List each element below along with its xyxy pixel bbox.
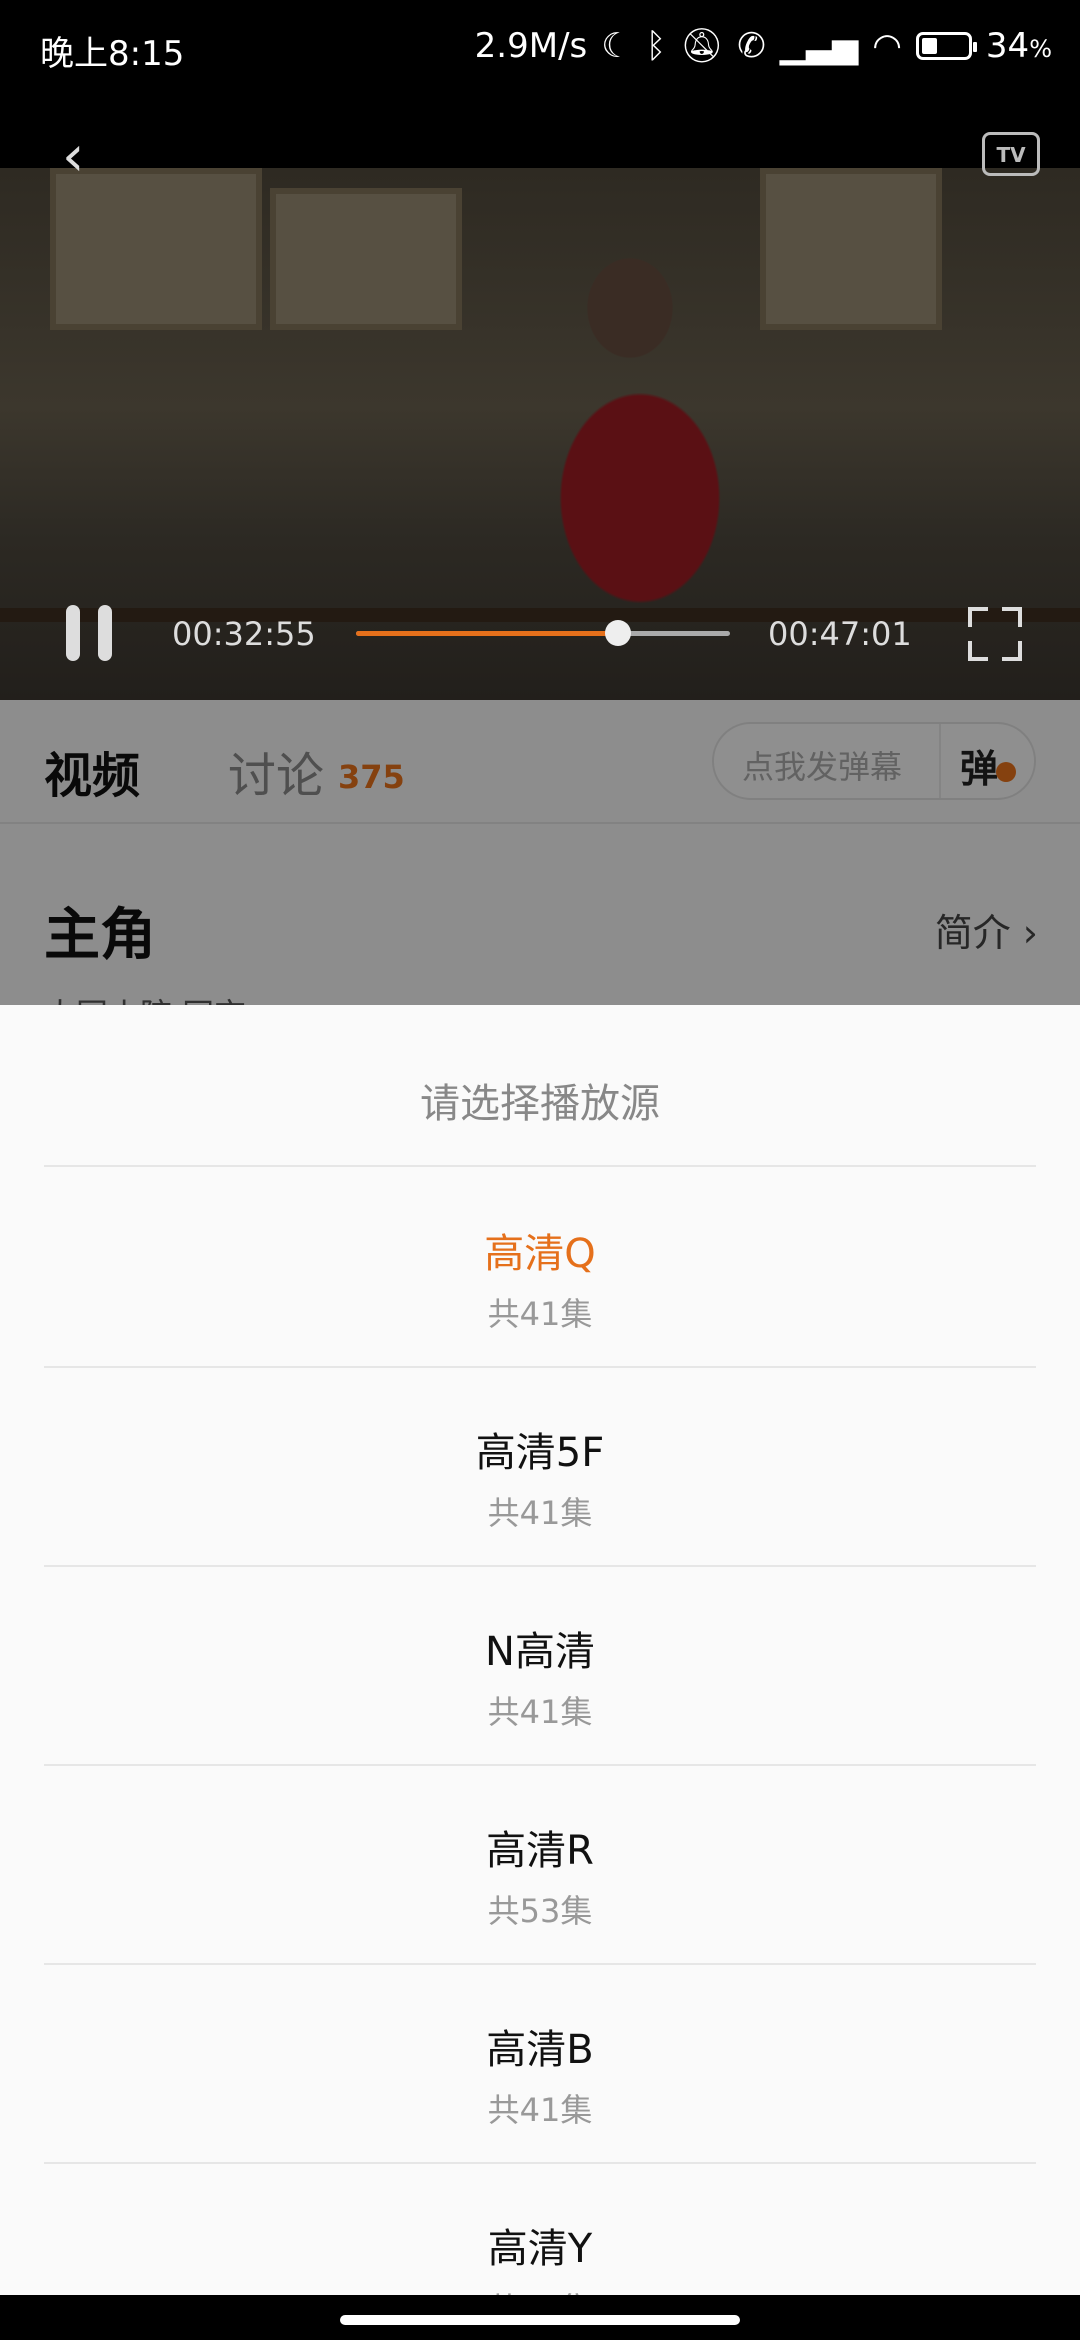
episode-count: 共41集 [44,2284,1036,2295]
progress-thumb[interactable] [604,620,631,646]
source-item[interactable]: N高清共41集 [44,1565,1036,1766]
source-name: N高清 [485,1629,595,1675]
fullscreen-icon[interactable] [968,607,1022,661]
episode-count: 共41集 [487,1494,593,1532]
source-name: 高清B [486,2027,594,2073]
duration: 00:47:01 [768,615,912,653]
navigation-bar [0,2295,1080,2340]
source-name: 高清Q [484,1231,596,1277]
status-time: 晚上8:15 [40,34,185,74]
source-item[interactable]: 高清R 共53集 [44,1764,1036,1965]
home-indicator[interactable] [340,2315,740,2325]
source-name: 高清5F [475,1430,605,1476]
moon-icon: ☾ [601,26,632,66]
source-item[interactable]: 高清Y 共41集 [44,2162,1036,2295]
source-picker-sheet: 请选择播放源 高清Q 共41集 高清5F 共41集 N高清 共41集 高清R 共53集 高清B 共… [0,1005,1080,2295]
status-bar: 晚上8:15 2.9M/s ☾ ᛒ 🔕︎ ✆ ▁▃▅ ◠ 34% [0,0,1080,100]
progress-slider[interactable] [356,620,730,646]
source-item[interactable]: 高清B 共41集 [44,1963,1036,2164]
pause-icon[interactable] [62,605,114,661]
episode-count: 共53集 [487,1892,593,1930]
current-time: 00:32:55 [172,615,316,653]
episode-count: 共41集 [487,1693,593,1731]
status-icons: 2.9M/s ☾ ᛒ 🔕︎ ✆ ▁▃▅ ◠ 34% [475,26,1052,66]
back-icon[interactable]: ‹ [62,129,112,185]
bluetooth-icon: ᛒ [645,26,667,66]
battery-icon [915,32,977,60]
episode-count: 共41集 [487,1295,593,1333]
player-controls: 00:32:55 00:47:01 [0,595,1080,675]
call-icon: ✆ [737,26,766,66]
episode-count: 共41集 [487,2091,593,2129]
battery-percent: 34% [985,26,1052,66]
network-speed: 2.9M/s [474,26,588,66]
modal-overlay[interactable] [0,700,1080,1005]
tv-cast-icon[interactable]: TV [982,132,1040,176]
video-player[interactable]: ‹ TV 00:32:55 00:47:01 [0,100,1080,700]
bell-off-icon: 🔕︎ [680,26,724,66]
source-name: 高清Y [487,2226,593,2272]
signal-icon: ▁▃▅ [779,26,859,66]
wifi-icon: ◠ [872,26,902,66]
source-item[interactable]: 高清Q 共41集 [44,1167,1036,1368]
progress-fill [356,631,618,636]
source-name: 高清R [486,1828,594,1874]
source-item[interactable]: 高清5F 共41集 [44,1366,1036,1567]
sheet-title: 请选择播放源 [420,1081,660,1127]
